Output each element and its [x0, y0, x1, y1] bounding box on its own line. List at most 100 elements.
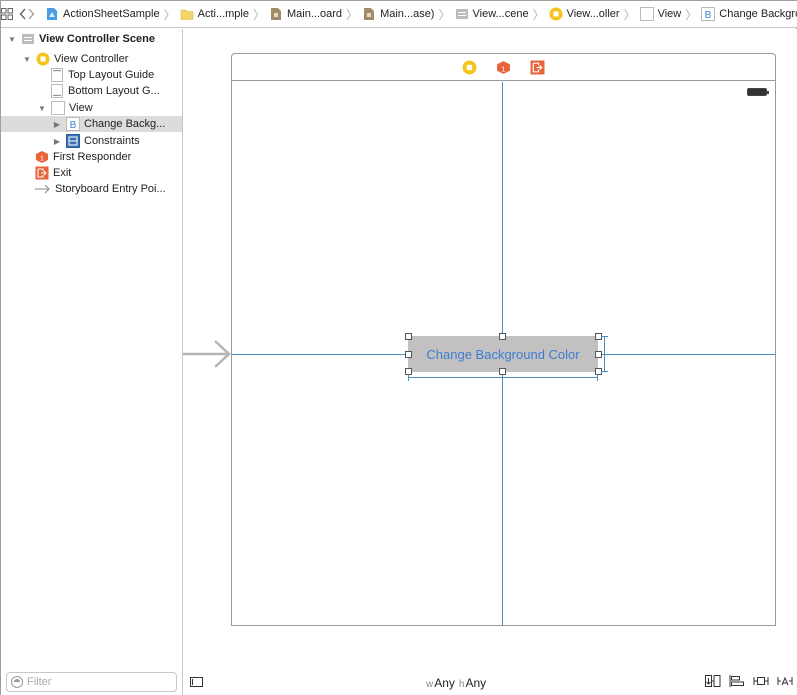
scene-dock: 1 — [232, 54, 775, 81]
view-icon — [51, 101, 65, 115]
width-class: Any — [434, 676, 455, 690]
change-background-color-button[interactable]: Change Background Color — [408, 336, 598, 372]
view-controller-icon — [549, 7, 563, 21]
related-items-button[interactable] — [1, 1, 13, 28]
crumb-button[interactable]: B Change Background Color — [701, 1, 797, 28]
outline-item-view[interactable]: ▼ View — [1, 100, 182, 116]
outline-item-constraints[interactable]: ▶ Constraints — [1, 133, 182, 149]
filter-icon — [11, 676, 23, 688]
crumb-label: Acti...mple — [197, 8, 249, 20]
forward-button[interactable] — [27, 1, 35, 28]
crumb-label: View...cene — [472, 8, 529, 20]
view-icon — [639, 7, 654, 21]
outline-label: Storyboard Entry Poi... — [55, 183, 166, 195]
show-document-outline-button[interactable] — [190, 677, 203, 687]
button-title: Change Background Color — [426, 346, 580, 362]
crumb-storyboard-base[interactable]: Main...ase) — [362, 1, 434, 28]
view-controller-scene[interactable]: 1 Change Background Color — [231, 53, 776, 626]
crumb-label: ActionSheetSample — [63, 8, 160, 20]
outline-item-top-layout-guide[interactable]: Top Layout Guide — [1, 67, 182, 83]
svg-text:1: 1 — [501, 64, 505, 73]
chevron-right-icon: 〉 — [532, 7, 545, 22]
scene-icon — [22, 34, 34, 44]
align-icon[interactable] — [729, 675, 745, 687]
battery-icon — [747, 88, 769, 96]
canvas-bottom-bar: wAny hAny — [183, 667, 797, 695]
outline-label: Constraints — [84, 135, 140, 147]
filter-input[interactable] — [27, 676, 167, 688]
back-button[interactable] — [19, 1, 27, 28]
chevron-right-icon: 〉 — [685, 7, 698, 22]
resize-handle-top-left[interactable] — [405, 333, 412, 340]
resize-handle-bottom[interactable] — [499, 368, 506, 375]
crumb-view[interactable]: View — [639, 1, 681, 28]
disclosure-triangle-expanded-icon[interactable]: ▼ — [7, 35, 17, 44]
crumb-project[interactable]: ActionSheetSample — [45, 1, 160, 28]
height-constraint[interactable] — [601, 336, 608, 372]
crumb-scene[interactable]: View...cene — [455, 1, 529, 28]
resolve-issues-icon[interactable] — [777, 675, 793, 687]
outline-item-bottom-layout-guide[interactable]: Bottom Layout G... — [1, 83, 182, 99]
disclosure-triangle-expanded-icon[interactable]: ▼ — [37, 104, 47, 113]
outline-label: View Controller Scene — [39, 33, 155, 45]
crumb-view-controller[interactable]: View...oller — [549, 1, 620, 28]
crumb-label: View...oller — [566, 8, 620, 20]
size-class-control[interactable]: wAny hAny — [426, 676, 486, 690]
first-responder-icon[interactable]: 1 — [496, 60, 511, 75]
outline-label: View — [69, 102, 93, 114]
view-controller-icon[interactable] — [462, 60, 477, 75]
svg-text:B: B — [705, 10, 712, 21]
outline-item-scene[interactable]: ▼ View Controller Scene — [1, 31, 182, 47]
filter-field[interactable] — [6, 672, 177, 692]
disclosure-triangle-expanded-icon[interactable]: ▼ — [22, 55, 32, 64]
chevron-right-icon: 〉 — [163, 7, 176, 22]
width-constraint[interactable] — [408, 374, 598, 381]
outline-item-first-responder[interactable]: 1 First Responder — [1, 149, 182, 165]
crumb-label: Change Background Color — [719, 8, 797, 20]
outline-item-exit[interactable]: Exit — [1, 165, 182, 181]
storyboard-icon — [271, 8, 282, 20]
button-icon: B — [66, 117, 80, 131]
crumb-storyboard[interactable]: Main...oard — [269, 1, 342, 28]
chevron-right-icon — [28, 8, 35, 20]
outline-label: First Responder — [53, 151, 132, 163]
svg-text:B: B — [70, 120, 77, 131]
outline-item-view-controller[interactable]: ▼ View Controller — [1, 51, 182, 67]
storyboard-icon — [364, 8, 375, 20]
outline-label: Bottom Layout G... — [68, 85, 160, 97]
svg-text:1: 1 — [40, 156, 44, 163]
resize-handle-left[interactable] — [405, 351, 412, 358]
xcode-window: ActionSheetSample 〉 Acti...mple 〉 Main..… — [0, 0, 797, 695]
disclosure-triangle-collapsed-icon[interactable]: ▶ — [52, 137, 62, 146]
resize-handle-top[interactable] — [499, 333, 506, 340]
outline-label: Top Layout Guide — [68, 69, 155, 81]
outline-label: Exit — [53, 167, 72, 179]
exit-icon[interactable] — [530, 60, 545, 75]
document-outline: ▼ View Controller Scene ▼ View Controlle… — [1, 29, 183, 695]
scene-icon — [455, 9, 468, 19]
storyboard-entry-arrow[interactable] — [183, 337, 231, 373]
chevron-right-icon: 〉 — [623, 7, 636, 22]
exit-icon — [35, 166, 49, 180]
outline-item-button[interactable]: ▶ B Change Backg... — [1, 116, 182, 132]
outline-label: View Controller — [54, 53, 129, 65]
auto-layout-tools — [705, 675, 793, 687]
disclosure-triangle-collapsed-icon[interactable]: ▶ — [52, 120, 62, 129]
stack-icon[interactable] — [705, 675, 721, 687]
chevron-right-icon: 〉 — [346, 7, 359, 22]
crumb-folder[interactable]: Acti...mple — [180, 1, 249, 28]
view-controller-icon — [36, 52, 50, 66]
folder-icon — [180, 9, 193, 20]
height-prefix: h — [458, 679, 465, 690]
button-icon: B — [701, 7, 716, 21]
entry-point-arrow-icon — [35, 184, 50, 194]
width-prefix: w — [426, 679, 434, 690]
crumb-label: Main...ase) — [380, 8, 435, 20]
pin-icon[interactable] — [753, 675, 769, 687]
chevron-left-icon — [19, 8, 26, 20]
height-class: Any — [465, 676, 487, 690]
resize-handle-right[interactable] — [595, 351, 602, 358]
project-icon — [47, 8, 57, 20]
storyboard-canvas[interactable]: 1 Change Background Color — [183, 29, 797, 667]
outline-item-entry-point[interactable]: Storyboard Entry Poi... — [1, 181, 182, 197]
